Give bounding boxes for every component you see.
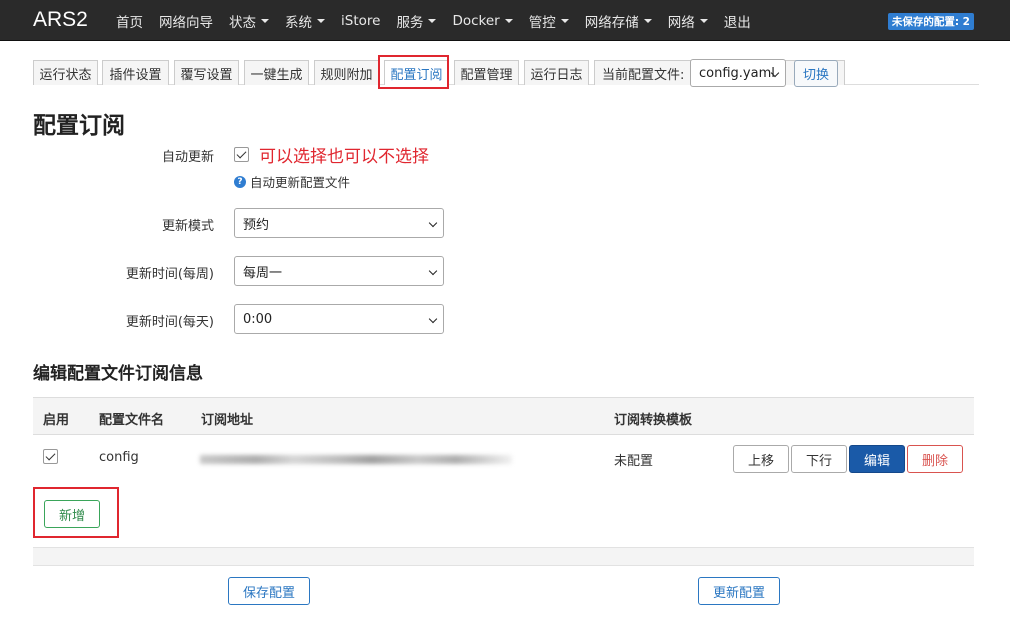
update-mode-select[interactable]: 预约 bbox=[234, 208, 444, 238]
weekly-time-select[interactable]: 每周一 bbox=[234, 256, 444, 286]
header-subscription-url: 订阅地址 bbox=[201, 413, 254, 428]
chevron-down-icon bbox=[643, 18, 652, 23]
add-subscription-button[interactable]: 新增 bbox=[44, 500, 100, 528]
auto-update-help: ? 自动更新配置文件 bbox=[234, 172, 350, 191]
help-question-icon: ? bbox=[234, 175, 246, 188]
nav-control[interactable]: 管控 bbox=[521, 0, 577, 41]
row-config-name: config bbox=[99, 450, 139, 465]
update-config-button[interactable]: 更新配置 bbox=[698, 577, 780, 605]
nav-docker[interactable]: Docker bbox=[444, 0, 520, 41]
chevron-down-icon bbox=[504, 18, 513, 23]
switch-config-button[interactable]: 切换 bbox=[794, 60, 838, 87]
nav-network-wizard[interactable]: 网络向导 bbox=[151, 0, 221, 41]
nav-status[interactable]: 状态 bbox=[221, 0, 277, 41]
save-config-button[interactable]: 保存配置 bbox=[228, 577, 310, 605]
update-mode-label: 更新模式 bbox=[161, 219, 214, 234]
section-footer-band bbox=[33, 547, 974, 566]
edit-button[interactable]: 编辑 bbox=[849, 445, 905, 473]
chevron-down-icon bbox=[261, 18, 269, 23]
brand-logo[interactable]: ARS2 bbox=[33, 8, 88, 32]
chevron-down-icon bbox=[699, 18, 708, 23]
annotation-text: 可以选择也可以不选择 bbox=[259, 147, 429, 167]
tab-run-status[interactable]: 运行状态 bbox=[33, 60, 98, 85]
tab-config-management[interactable]: 配置管理 bbox=[454, 60, 519, 85]
move-down-button[interactable]: 下行 bbox=[791, 445, 847, 473]
daily-time-value: 0:00 bbox=[243, 311, 273, 327]
move-up-button[interactable]: 上移 bbox=[733, 445, 789, 473]
config-file-value: config.yaml bbox=[699, 65, 775, 81]
chevron-down-icon bbox=[317, 18, 325, 23]
header-conversion-template: 订阅转换模板 bbox=[614, 413, 693, 428]
row-enable-checkbox[interactable] bbox=[43, 449, 58, 464]
tab-config-subscription[interactable]: 配置订阅 bbox=[384, 60, 449, 85]
auto-update-label: 自动更新 bbox=[161, 150, 214, 165]
nav-nas[interactable]: 网络存储 bbox=[577, 0, 660, 41]
subscription-table-header: 启用 配置文件名 订阅地址 订阅转换模板 bbox=[33, 397, 974, 435]
nav-system[interactable]: 系统 bbox=[277, 0, 333, 41]
chevron-down-icon bbox=[560, 18, 569, 23]
nav-home[interactable]: 首页 bbox=[108, 0, 151, 41]
tab-rule-append[interactable]: 规则附加 bbox=[314, 60, 379, 85]
nav-services[interactable]: 服务 bbox=[388, 0, 444, 41]
chevron-down-icon bbox=[428, 266, 438, 276]
tab-override-settings[interactable]: 覆写设置 bbox=[174, 60, 239, 85]
unsaved-changes-badge[interactable]: 未保存的配置: 2 bbox=[887, 13, 974, 30]
nav-network[interactable]: 网络 bbox=[660, 0, 716, 41]
header-config-name: 配置文件名 bbox=[99, 413, 165, 428]
chevron-down-icon bbox=[428, 18, 437, 23]
config-file-select[interactable]: config.yaml bbox=[690, 59, 786, 87]
chevron-down-icon bbox=[428, 218, 438, 228]
row-template: 未配置 bbox=[614, 454, 654, 469]
chevron-down-icon bbox=[428, 314, 438, 324]
top-navbar: ARS2 首页 网络向导 状态 系统 iStore 服务 Docker 管控 网… bbox=[0, 0, 1010, 41]
row-subscription-url-redacted bbox=[200, 455, 512, 464]
nav-istore[interactable]: iStore bbox=[333, 0, 388, 41]
daily-time-select[interactable]: 0:00 bbox=[234, 304, 444, 334]
auto-update-checkbox[interactable] bbox=[234, 147, 249, 162]
main-nav: 首页 网络向导 状态 系统 iStore 服务 Docker 管控 网络存储 网… bbox=[108, 0, 759, 41]
auto-update-help-text: 自动更新配置文件 bbox=[250, 175, 351, 190]
tab-plugin-settings[interactable]: 插件设置 bbox=[102, 60, 169, 85]
header-enable: 启用 bbox=[43, 413, 70, 428]
page-title: 配置订阅 bbox=[33, 113, 125, 139]
weekly-time-label: 更新时间(每周) bbox=[125, 267, 214, 282]
update-mode-value: 预约 bbox=[243, 217, 270, 233]
delete-button[interactable]: 删除 bbox=[907, 445, 963, 473]
weekly-time-value: 每周一 bbox=[243, 265, 283, 281]
tab-one-click-generate[interactable]: 一键生成 bbox=[244, 60, 309, 85]
tab-run-log[interactable]: 运行日志 bbox=[524, 60, 589, 85]
subscription-section-title: 编辑配置文件订阅信息 bbox=[33, 364, 203, 384]
daily-time-label: 更新时间(每天) bbox=[125, 315, 214, 330]
nav-logout[interactable]: 退出 bbox=[716, 0, 759, 41]
